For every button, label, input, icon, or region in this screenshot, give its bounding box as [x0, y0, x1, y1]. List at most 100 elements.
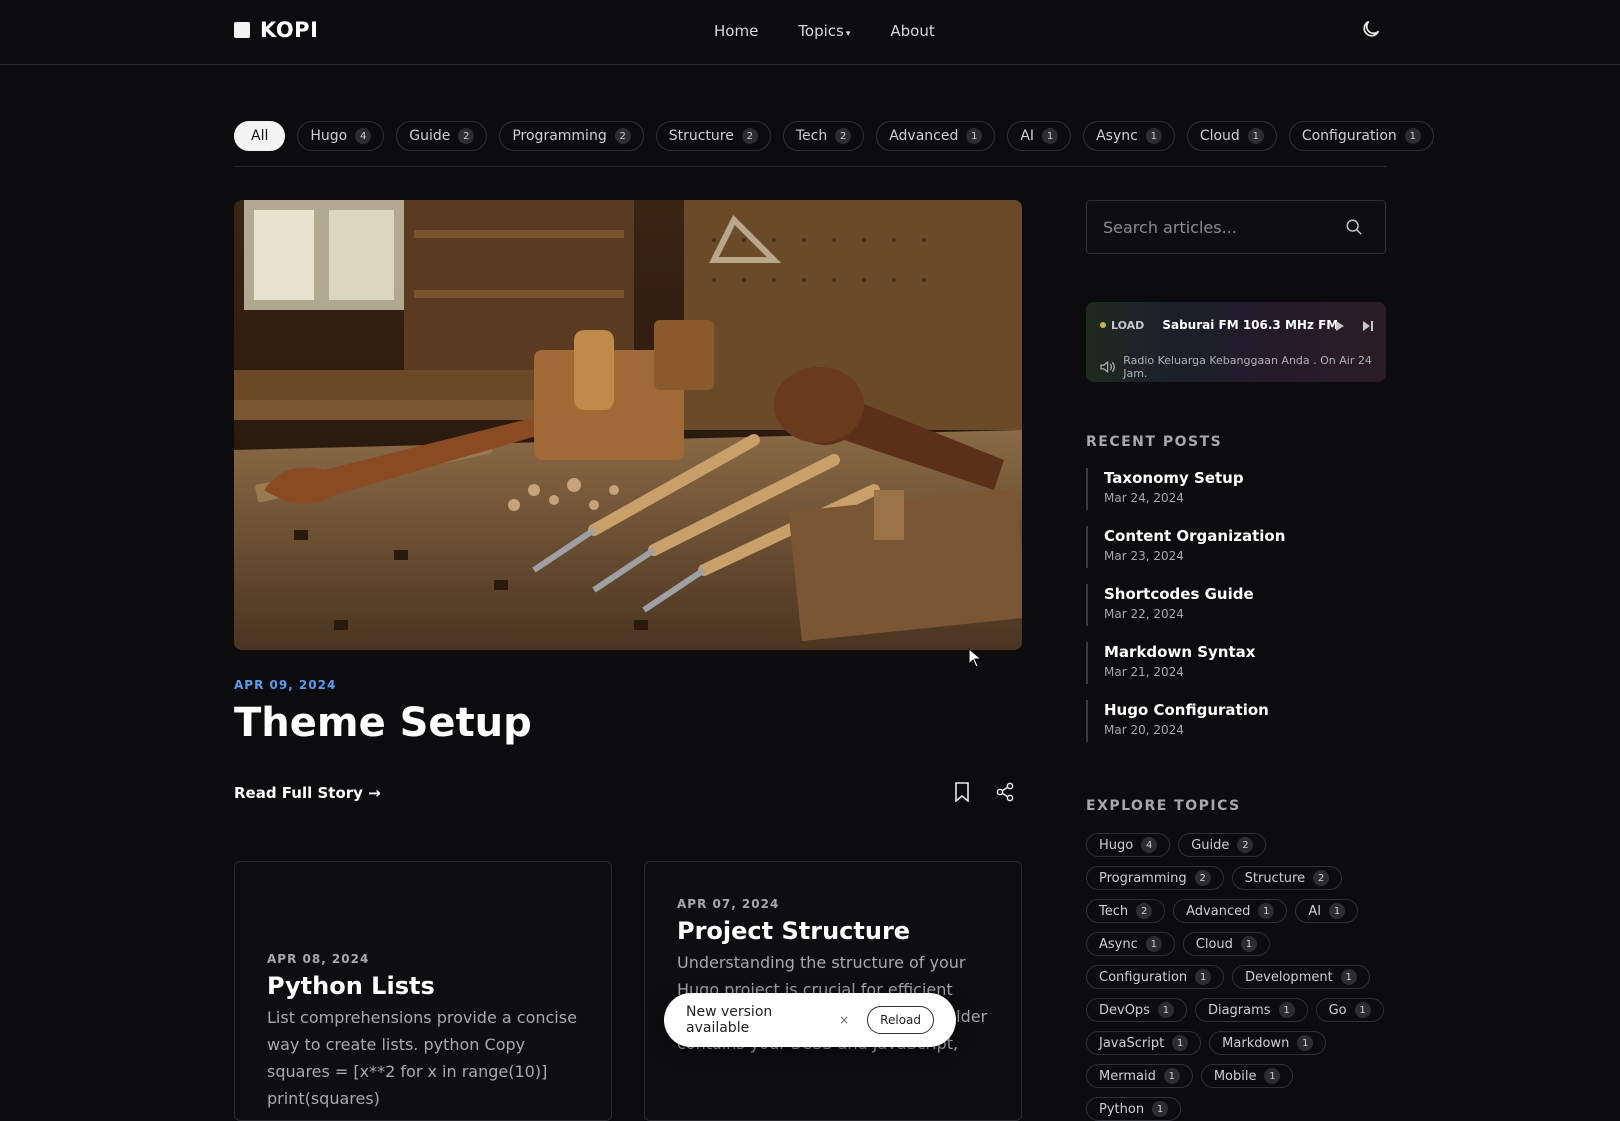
- explore-topics-heading: EXPLORE TOPICS: [1086, 798, 1241, 814]
- post-card[interactable]: APR 08, 2024 Python Lists List comprehen…: [234, 861, 612, 1121]
- search-icon[interactable]: [1345, 218, 1363, 236]
- topic-chip-label: Diagrams: [1207, 1002, 1271, 1018]
- nav-about[interactable]: About: [890, 22, 934, 40]
- close-icon[interactable]: ×: [839, 1013, 849, 1027]
- recent-post-item[interactable]: Shortcodes Guide Mar 22, 2024: [1086, 584, 1386, 626]
- filter-chip[interactable]: Configuration 1: [1288, 121, 1434, 151]
- topic-chip[interactable]: Configuration 1: [1086, 965, 1225, 989]
- topic-chip[interactable]: Programming 2: [1086, 866, 1224, 890]
- recent-post-item[interactable]: Markdown Syntax Mar 21, 2024: [1086, 642, 1386, 684]
- topic-chip-label: Mobile: [1213, 1068, 1257, 1084]
- post-title[interactable]: Project Structure: [677, 917, 991, 945]
- read-full-story-link[interactable]: Read Full Story →: [234, 784, 381, 802]
- hero-post-title[interactable]: Theme Setup: [234, 700, 532, 746]
- filter-chip-label: Configuration: [1301, 128, 1397, 144]
- site-header: KOPI Home Topics ▾ About: [0, 0, 1620, 65]
- bookmark-button[interactable]: [954, 782, 972, 803]
- hero-image[interactable]: [234, 200, 1022, 650]
- filter-chip[interactable]: Cloud 1: [1186, 121, 1277, 151]
- topic-chip[interactable]: DevOps 1: [1086, 998, 1187, 1022]
- radio-player: LOAD Saburai FM 106.3 MHz FM Radio Kelua…: [1086, 302, 1386, 382]
- topic-chip[interactable]: Hugo 4: [1086, 833, 1171, 857]
- topic-chip-label: Programming: [1099, 870, 1187, 886]
- topic-chip-label: Cloud: [1195, 936, 1233, 952]
- topic-chip-label: AI: [1308, 903, 1322, 919]
- filter-chip[interactable]: Structure 2: [655, 121, 771, 151]
- recent-posts-list: Taxonomy Setup Mar 24, 2024 Content Organi…: [1086, 468, 1386, 758]
- topic-chip[interactable]: Markdown 1: [1209, 1031, 1327, 1055]
- recent-post-title[interactable]: Markdown Syntax: [1104, 642, 1386, 662]
- topic-chip[interactable]: Tech 2: [1086, 899, 1166, 923]
- filter-chip[interactable]: AI 1: [1007, 121, 1072, 151]
- radio-tagline: Radio Keluarga Kebanggaan Anda . On Air …: [1123, 354, 1372, 380]
- skip-next-icon[interactable]: [1362, 320, 1374, 332]
- filter-chip[interactable]: All: [234, 121, 286, 151]
- recent-post-item[interactable]: Hugo Configuration Mar 20, 2024: [1086, 700, 1386, 742]
- topic-chip[interactable]: Cloud 1: [1182, 932, 1270, 956]
- play-icon[interactable]: [1335, 320, 1345, 332]
- topic-chip-label: Markdown: [1222, 1035, 1290, 1051]
- recent-post-date: Mar 24, 2024: [1104, 491, 1184, 505]
- topic-chip[interactable]: Async 1: [1086, 932, 1175, 956]
- filter-chip[interactable]: Guide 2: [396, 121, 488, 151]
- topic-chip-label: Advanced: [1186, 903, 1251, 919]
- topic-chip[interactable]: JavaScript 1: [1086, 1031, 1202, 1055]
- theme-toggle-button[interactable]: [1360, 18, 1382, 40]
- count-badge: 4: [1141, 837, 1158, 853]
- count-badge: 1: [1278, 1002, 1295, 1018]
- topic-chip[interactable]: Go 1: [1315, 998, 1384, 1022]
- count-badge: 1: [1157, 1002, 1174, 1018]
- filter-chip[interactable]: Async 1: [1083, 121, 1175, 151]
- filter-chip-label: Tech: [795, 128, 828, 144]
- filter-chip[interactable]: Programming 2: [499, 121, 644, 151]
- topic-chip[interactable]: Mermaid 1: [1086, 1064, 1193, 1088]
- reload-button[interactable]: Reload: [867, 1006, 934, 1034]
- topic-chip[interactable]: Structure 2: [1231, 866, 1343, 890]
- volume-icon[interactable]: [1100, 360, 1115, 374]
- count-badge: 2: [1136, 903, 1153, 919]
- topic-chip[interactable]: AI 1: [1295, 899, 1359, 923]
- count-badge: 1: [1264, 1068, 1281, 1084]
- post-date: APR 07, 2024: [677, 897, 780, 911]
- count-badge: 1: [1195, 969, 1212, 985]
- topic-chip[interactable]: Development 1: [1232, 965, 1370, 989]
- share-button[interactable]: [995, 782, 1015, 802]
- topic-chip[interactable]: Mobile 1: [1200, 1064, 1294, 1088]
- filter-chip-label: Structure: [668, 128, 734, 144]
- topic-chip-label: Development: [1245, 969, 1333, 985]
- search-input[interactable]: [1103, 201, 1333, 253]
- recent-post-title[interactable]: Content Organization: [1104, 526, 1386, 546]
- count-badge: 2: [1313, 870, 1330, 886]
- hero-post-date: APR 09, 2024: [234, 678, 337, 692]
- divider: [234, 166, 1387, 167]
- count-badge: 2: [458, 128, 475, 144]
- topic-chip[interactable]: Guide 2: [1178, 833, 1267, 857]
- brand-logo-link[interactable]: KOPI: [234, 18, 318, 42]
- count-badge: 1: [1247, 128, 1264, 144]
- topic-chip[interactable]: Diagrams 1: [1194, 998, 1308, 1022]
- topic-chip-label: Python: [1099, 1101, 1145, 1117]
- topic-chip-label: JavaScript: [1099, 1035, 1165, 1051]
- recent-post-item[interactable]: Taxonomy Setup Mar 24, 2024: [1086, 468, 1386, 510]
- topic-chip[interactable]: Advanced 1: [1173, 899, 1288, 923]
- nav-topics[interactable]: Topics ▾: [798, 22, 850, 40]
- recent-post-item[interactable]: Content Organization Mar 23, 2024: [1086, 526, 1386, 568]
- filter-chip[interactable]: Advanced 1: [876, 121, 996, 151]
- moon-icon: [1363, 20, 1380, 37]
- nav-home[interactable]: Home: [714, 22, 758, 40]
- topic-chip-label: DevOps: [1099, 1002, 1150, 1018]
- filter-chip[interactable]: Tech 2: [782, 121, 865, 151]
- count-badge: 4: [355, 128, 372, 144]
- count-badge: 1: [966, 128, 983, 144]
- count-badge: 1: [1145, 128, 1162, 144]
- topic-chip-label: Structure: [1244, 870, 1306, 886]
- post-title[interactable]: Python Lists: [267, 972, 581, 1000]
- recent-post-title[interactable]: Hugo Configuration: [1104, 700, 1386, 720]
- logo-square-icon: [234, 22, 250, 38]
- filter-chip[interactable]: Hugo 4: [297, 121, 385, 151]
- topic-chip[interactable]: Python 1: [1086, 1097, 1182, 1121]
- update-toast: New version available × Reload: [664, 993, 956, 1047]
- recent-post-title[interactable]: Shortcodes Guide: [1104, 584, 1386, 604]
- recent-post-title[interactable]: Taxonomy Setup: [1104, 468, 1386, 488]
- post-card[interactable]: APR 07, 2024 Project Structure Understan…: [644, 861, 1022, 1121]
